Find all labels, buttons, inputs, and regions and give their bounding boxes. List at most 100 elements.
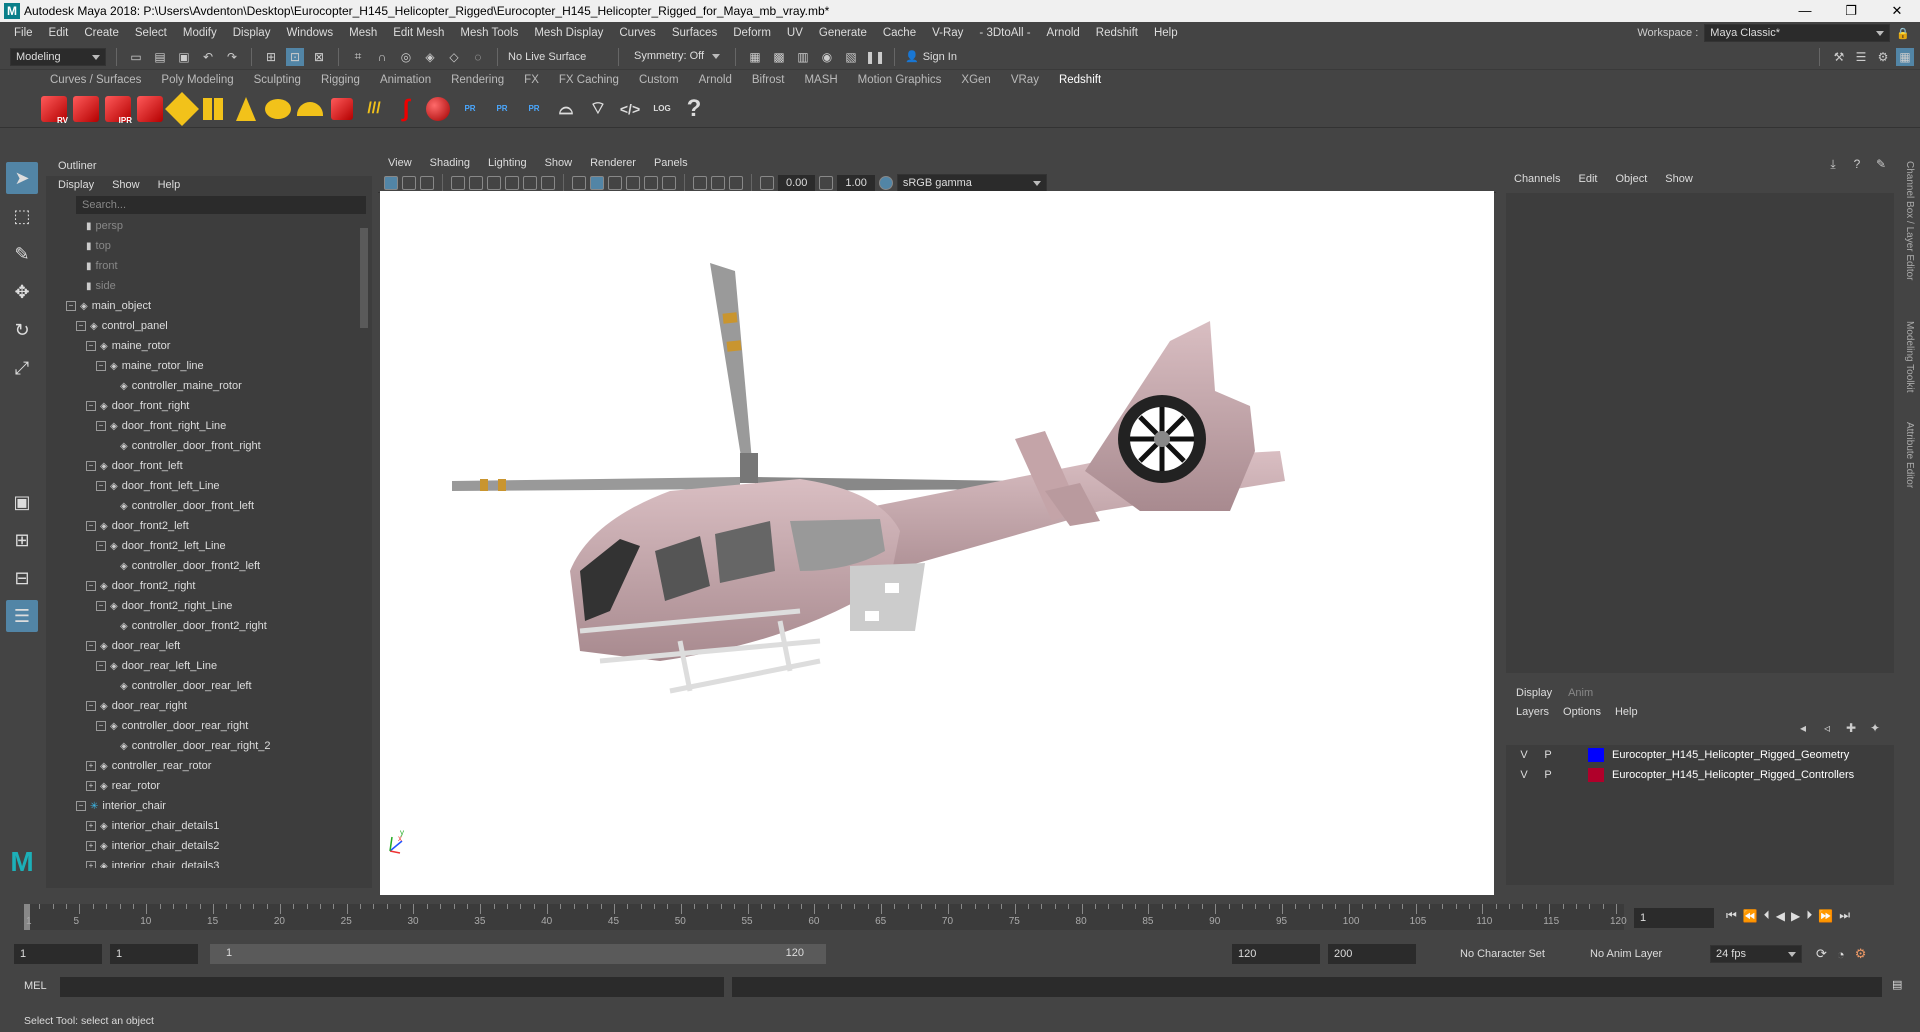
- go-to-end-icon[interactable]: ⏭: [1839, 908, 1850, 923]
- redshift-render-view-icon[interactable]: RV: [40, 93, 68, 125]
- view-transform-dropdown[interactable]: sRGB gamma: [896, 173, 1047, 192]
- viewport-menu-lighting[interactable]: Lighting: [488, 157, 527, 169]
- resolution-gate-icon[interactable]: [487, 175, 501, 190]
- outliner-layout-icon[interactable]: ☰: [6, 600, 38, 632]
- playback-end-field[interactable]: 120: [1232, 944, 1320, 964]
- redshift-code-icon[interactable]: </>: [616, 93, 644, 125]
- fps-dropdown[interactable]: 24 fps: [1710, 945, 1802, 963]
- snap-grid-icon[interactable]: ⌗: [349, 48, 367, 66]
- outliner-item[interactable]: ◈ controller_door_front_right: [66, 436, 346, 456]
- redshift-ies-light-icon[interactable]: ///: [360, 93, 388, 125]
- outliner-item[interactable]: ◈ controller_maine_rotor: [66, 376, 346, 396]
- move-tool-icon[interactable]: ✥: [6, 276, 38, 308]
- pause-icon[interactable]: ❚❚: [865, 48, 885, 66]
- field-chart-icon[interactable]: [523, 175, 537, 190]
- outliner-item[interactable]: − ◈ maine_rotor: [66, 336, 346, 356]
- menu-redshift[interactable]: Redshift: [1088, 27, 1146, 39]
- outliner-item[interactable]: − ◈ door_rear_left: [66, 636, 346, 656]
- shelf-tab-bifrost[interactable]: Bifrost: [742, 70, 795, 90]
- outliner-item[interactable]: + ◈ rear_rotor: [66, 776, 346, 796]
- channel-box-menu-channels[interactable]: Channels: [1514, 173, 1560, 185]
- outliner-item[interactable]: − ◈ door_rear_left_Line: [66, 656, 346, 676]
- layer-visibility-toggle[interactable]: V: [1516, 749, 1532, 761]
- maximize-button[interactable]: ❐: [1828, 3, 1874, 19]
- shelf-tab-fx-caching[interactable]: FX Caching: [549, 70, 629, 90]
- viewport-menu-renderer[interactable]: Renderer: [590, 157, 636, 169]
- outliner-search-input[interactable]: Search...: [76, 196, 366, 214]
- menu-modify[interactable]: Modify: [175, 27, 225, 39]
- outliner-item[interactable]: − ◈ maine_rotor_line: [66, 356, 346, 376]
- animation-end-field[interactable]: 200: [1328, 944, 1416, 964]
- viewport-menu-shading[interactable]: Shading: [430, 157, 470, 169]
- new-layer-selected-icon[interactable]: ✦: [1866, 719, 1884, 737]
- outliner-item[interactable]: − ◈ controller_door_rear_right: [66, 716, 346, 736]
- layer-visibility-toggle[interactable]: V: [1516, 769, 1532, 781]
- preferences-icon[interactable]: ⚙: [1855, 946, 1867, 962]
- redshift-bowl-icon[interactable]: ⌓: [552, 93, 580, 125]
- expand-toggle-icon[interactable]: −: [86, 401, 96, 412]
- smooth-shade-icon[interactable]: [590, 175, 604, 190]
- outliner-item[interactable]: − ◈ door_front2_right: [66, 576, 346, 596]
- snap-live-icon[interactable]: ◌: [469, 48, 487, 66]
- snap-curve-icon[interactable]: ∩: [373, 48, 391, 66]
- close-button[interactable]: ✕: [1874, 3, 1920, 19]
- select-tool-icon[interactable]: ➤: [6, 162, 38, 194]
- play-forward-icon[interactable]: ▶: [1791, 909, 1800, 923]
- menu-mesh[interactable]: Mesh: [341, 27, 385, 39]
- exposure-icon[interactable]: [760, 175, 774, 190]
- select-component-icon[interactable]: ⊠: [310, 48, 328, 66]
- step-back-frame-icon[interactable]: ⏴: [1764, 908, 1770, 923]
- redshift-tiles-icon[interactable]: [200, 93, 228, 125]
- outliner-item[interactable]: ◈ controller_door_rear_right_2: [66, 736, 346, 756]
- shelf-tab-sculpting[interactable]: Sculpting: [244, 70, 311, 90]
- minimize-button[interactable]: —: [1782, 3, 1828, 19]
- layer-menu-layers[interactable]: Layers: [1516, 706, 1549, 718]
- redshift-render-icon[interactable]: [72, 93, 100, 125]
- redshift-curve-icon[interactable]: ∫: [392, 93, 420, 125]
- outliner-item[interactable]: − ◈ main_object: [66, 296, 346, 316]
- redshift-dome-light-icon[interactable]: [296, 93, 324, 125]
- shelf-tab-fx[interactable]: FX: [514, 70, 549, 90]
- menu-generate[interactable]: Generate: [811, 27, 875, 39]
- expand-toggle-icon[interactable]: −: [86, 641, 96, 652]
- expand-toggle-icon[interactable]: −: [66, 301, 76, 312]
- outliner-item[interactable]: ◈ controller_door_front2_right: [66, 616, 346, 636]
- menu-create[interactable]: Create: [76, 27, 127, 39]
- menu-3dtoall[interactable]: - 3DtoAll -: [971, 27, 1038, 39]
- outliner-item[interactable]: − ◈ door_front_right_Line: [66, 416, 346, 436]
- expand-toggle-icon[interactable]: −: [96, 601, 106, 612]
- shelf-tab-mash[interactable]: MASH: [794, 70, 847, 90]
- outliner-item[interactable]: + ◈ interior_chair_details2: [66, 836, 346, 856]
- expand-toggle-icon[interactable]: −: [96, 421, 106, 432]
- command-input[interactable]: [60, 977, 724, 997]
- grid-icon[interactable]: [451, 175, 465, 190]
- mel-label[interactable]: MEL: [24, 980, 47, 992]
- bookmark-icon[interactable]: [420, 175, 434, 190]
- shelf-tab-rigging[interactable]: Rigging: [311, 70, 370, 90]
- expand-toggle-icon[interactable]: −: [96, 481, 106, 492]
- redshift-proxy-import-icon[interactable]: PR: [488, 93, 516, 125]
- outliner-item[interactable]: − ◈ door_rear_right: [66, 696, 346, 716]
- redshift-proxy-icon[interactable]: [165, 91, 199, 126]
- gamma-icon[interactable]: [819, 175, 834, 190]
- expand-toggle-icon[interactable]: −: [86, 701, 96, 712]
- outliner-scrollbar[interactable]: [360, 216, 368, 868]
- snap-surface-icon[interactable]: ◇: [445, 48, 463, 66]
- loop-icon[interactable]: ⟳: [1816, 946, 1827, 962]
- channel-box-menu-object[interactable]: Object: [1615, 173, 1647, 185]
- expand-toggle-icon[interactable]: −: [86, 521, 96, 532]
- four-pane-icon[interactable]: ⊞: [6, 524, 38, 556]
- menu-windows[interactable]: Windows: [278, 27, 341, 39]
- film-gate-icon[interactable]: [469, 175, 483, 190]
- menu-cache[interactable]: Cache: [875, 27, 924, 39]
- expand-toggle-icon[interactable]: −: [96, 721, 106, 732]
- help-icon[interactable]: ?: [680, 93, 708, 125]
- viewport-menu-panels[interactable]: Panels: [654, 157, 688, 169]
- render-settings-icon[interactable]: ▥: [794, 48, 812, 66]
- layer-menu-options[interactable]: Options: [1563, 706, 1601, 718]
- tool-settings-icon[interactable]: ⚙: [1874, 48, 1892, 66]
- shelf-tab-arnold[interactable]: Arnold: [689, 70, 742, 90]
- expand-toggle-icon[interactable]: −: [86, 461, 96, 472]
- outliner-item[interactable]: − ◈ door_front2_left_Line: [66, 536, 346, 556]
- menu-display[interactable]: Display: [225, 27, 279, 39]
